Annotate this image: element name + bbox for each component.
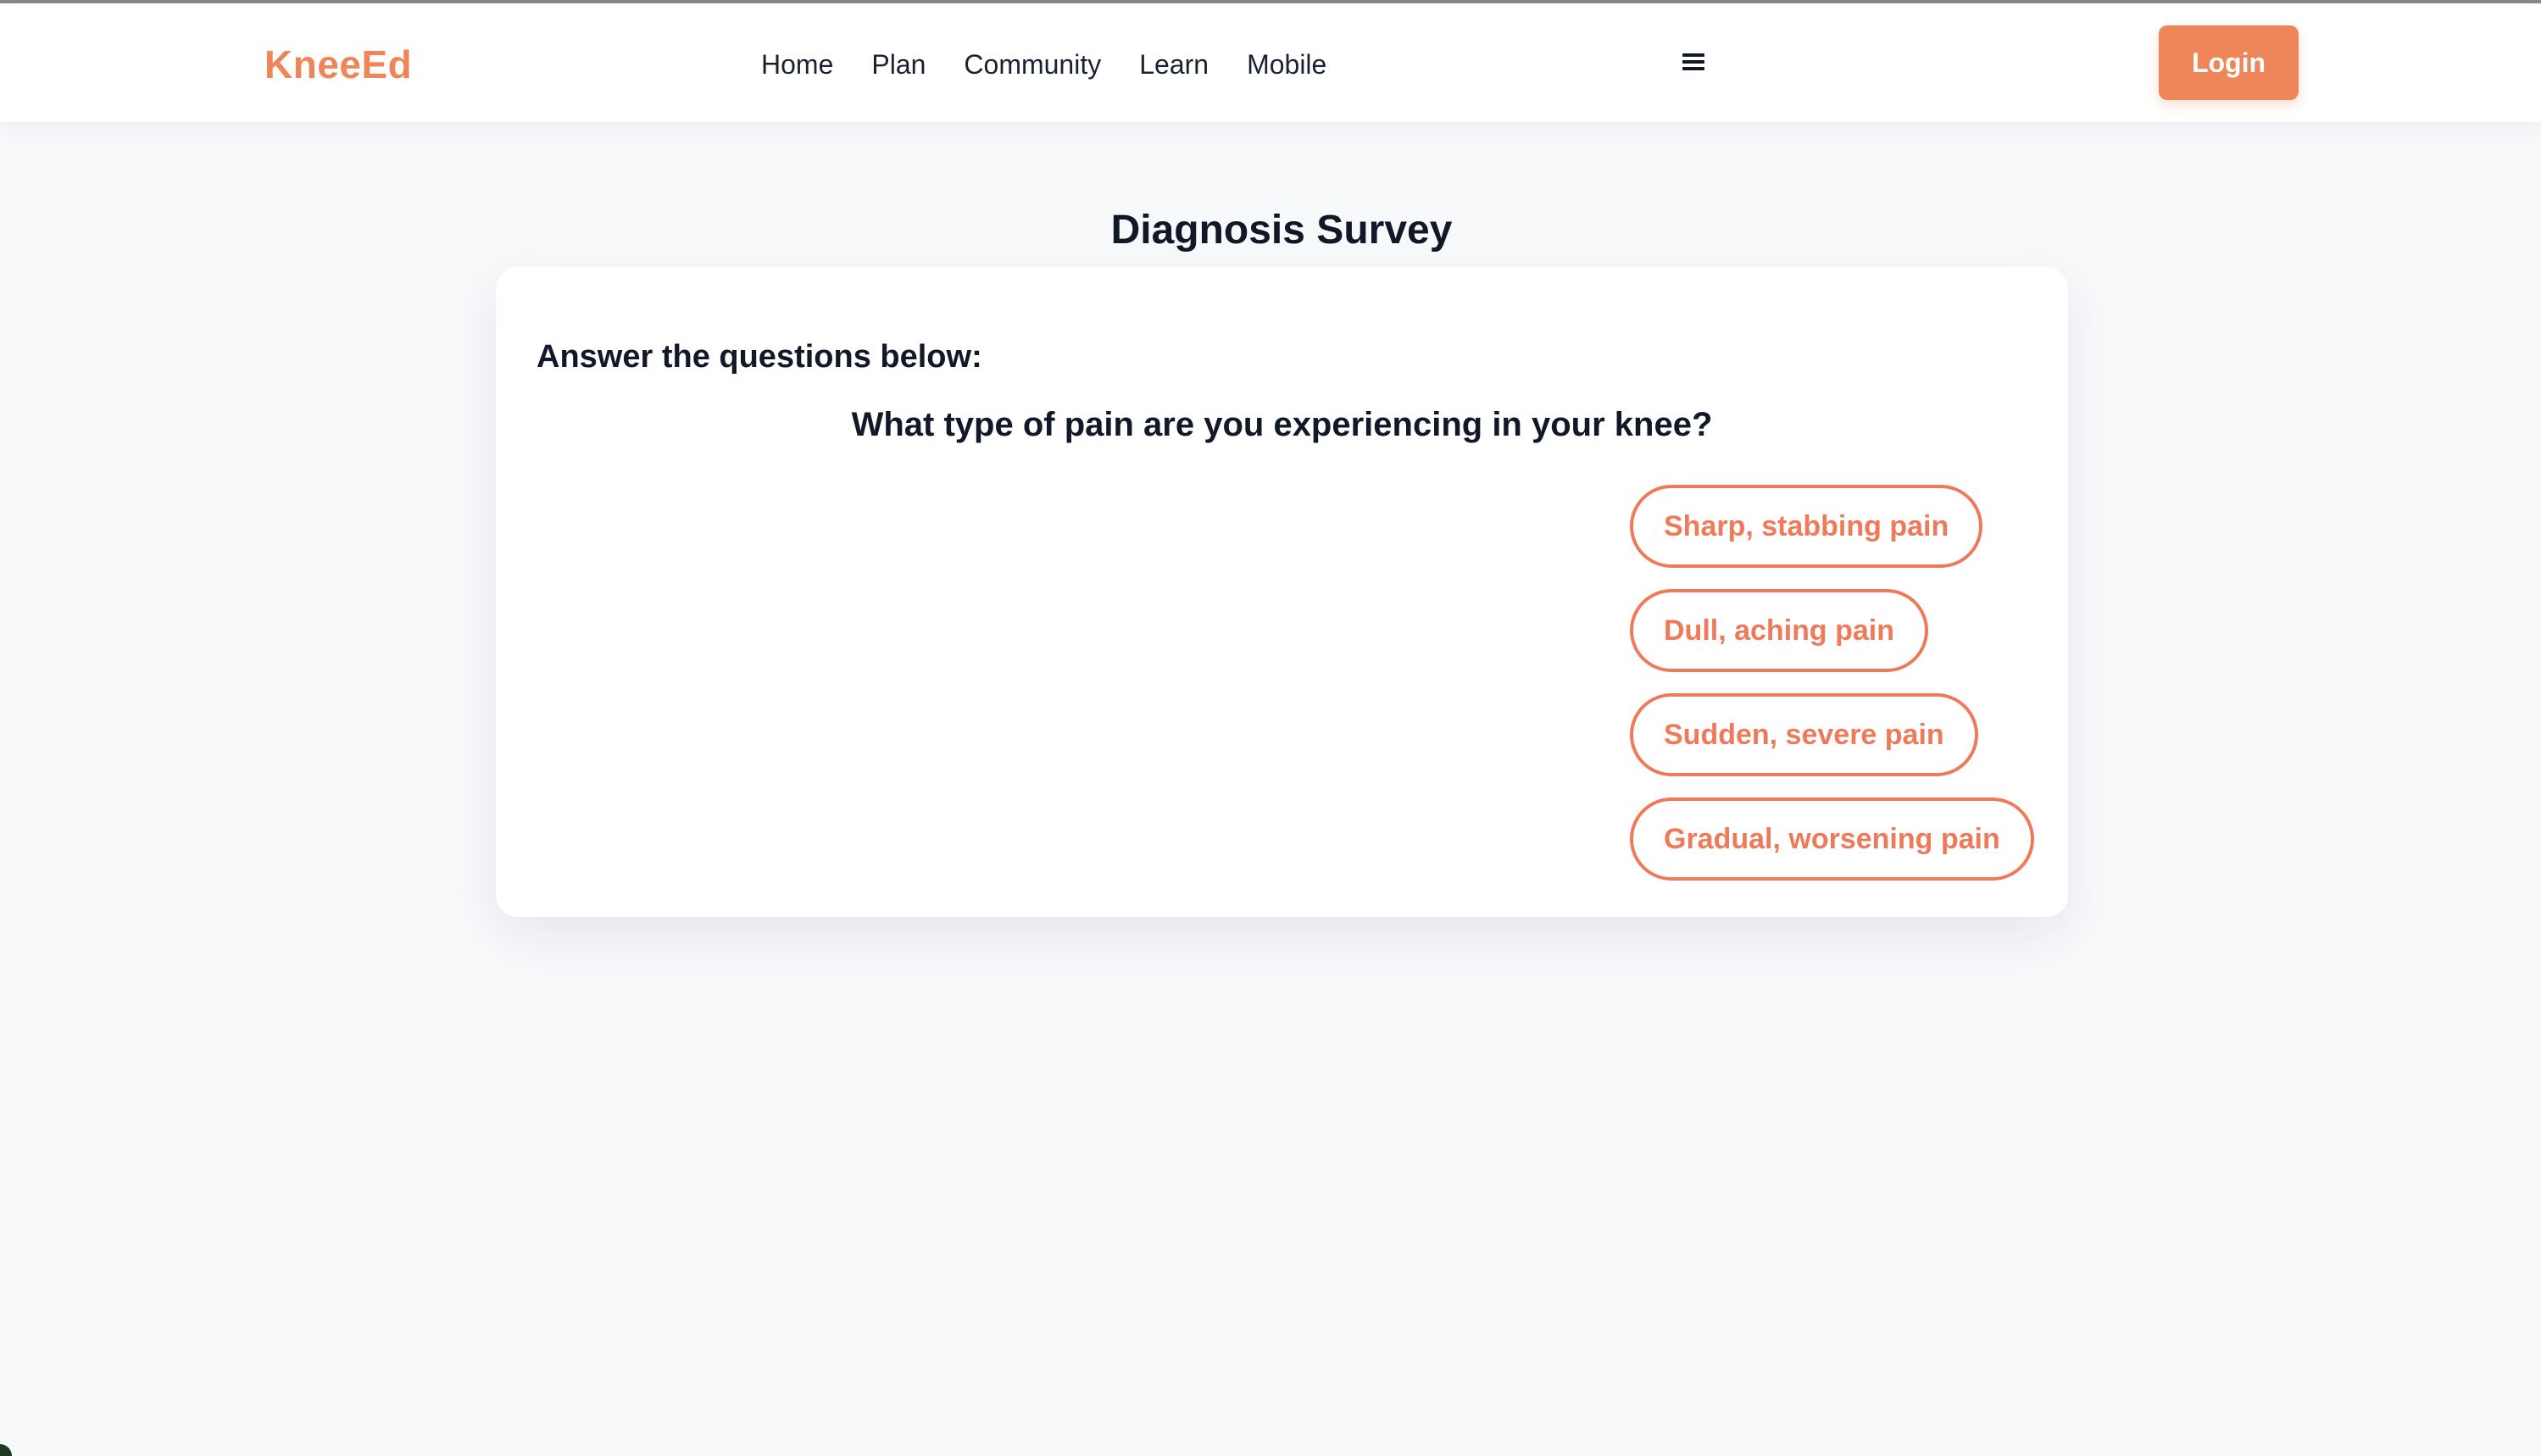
answer-options: Sharp, stabbing pain Dull, aching pain S… (1630, 485, 2034, 881)
nav-item-community[interactable]: Community (964, 47, 1101, 81)
main-nav: Home Plan Community Learn Mobile (761, 47, 1326, 81)
login-button[interactable]: Login (2159, 25, 2299, 100)
survey-question: What type of pain are you experiencing i… (851, 406, 1713, 443)
brand-logo[interactable]: KneeEd (264, 42, 412, 87)
survey-instruction: Answer the questions below: (537, 339, 982, 375)
nav-item-mobile[interactable]: Mobile (1247, 47, 1326, 81)
hamburger-bar (1682, 67, 1704, 70)
nav-item-home[interactable]: Home (761, 47, 833, 81)
answer-option-gradual-pain[interactable]: Gradual, worsening pain (1630, 797, 2034, 881)
answer-option-sharp-pain[interactable]: Sharp, stabbing pain (1630, 485, 1983, 568)
answer-option-dull-pain[interactable]: Dull, aching pain (1630, 589, 1929, 672)
answer-option-sudden-pain[interactable]: Sudden, severe pain (1630, 693, 1978, 776)
hamburger-menu-icon[interactable] (1679, 49, 1710, 75)
nav-item-learn[interactable]: Learn (1139, 47, 1209, 81)
top-navbar: KneeEd Home Plan Community Learn Mobile … (0, 3, 2541, 122)
nav-item-plan[interactable]: Plan (871, 47, 926, 81)
window-corner (0, 1444, 12, 1456)
hamburger-bar (1682, 60, 1704, 64)
hamburger-bar (1682, 53, 1704, 57)
survey-card: Answer the questions below: What type of… (496, 267, 2068, 917)
page-title: Diagnosis Survey (1110, 208, 1453, 253)
page: KneeEd Home Plan Community Learn Mobile … (0, 0, 2541, 1456)
